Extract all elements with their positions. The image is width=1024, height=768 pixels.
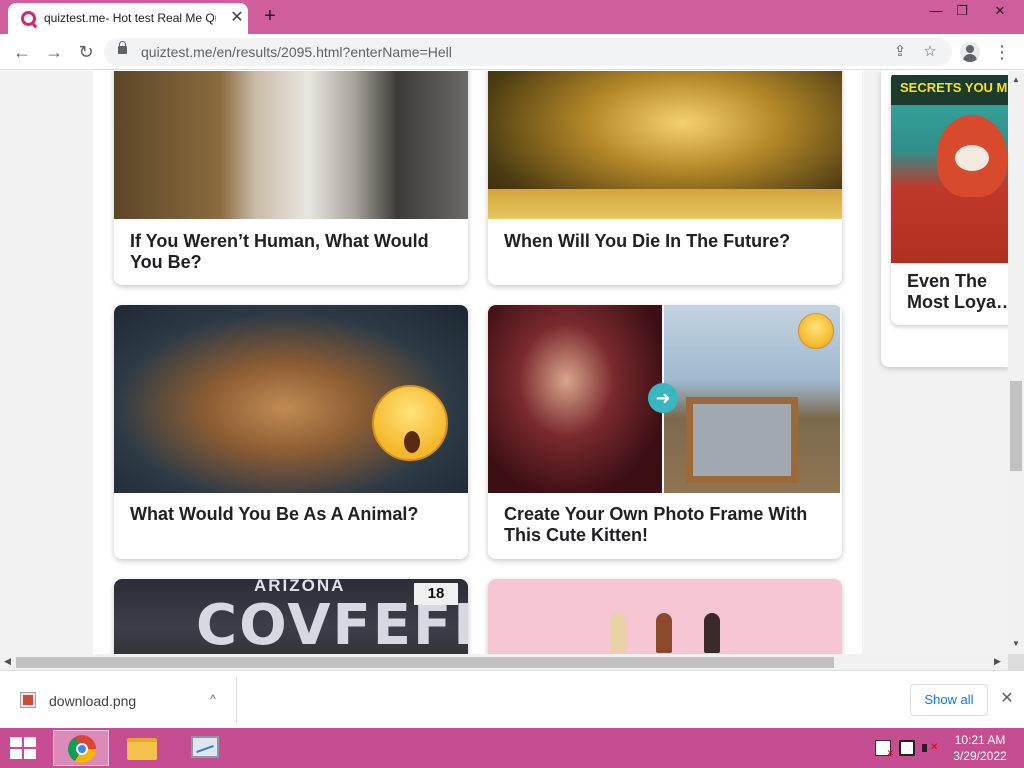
quiz-card-image[interactable] [114,71,468,219]
sidebar-title-line1: Even The [907,271,988,291]
sidebar-image-headline: SECRETS YOU MISS [900,80,1008,95]
lock-icon[interactable] [118,41,127,54]
network-icon[interactable] [899,740,915,756]
quiz-card-image[interactable] [488,71,842,219]
reload-button[interactable]: ↻ [74,40,98,64]
address-bar[interactable]: quiztest.me/en/results/2095.html?enterNa… [104,38,952,66]
scroll-down-icon[interactable]: ▼ [1012,639,1020,648]
star-icon[interactable]: ☆ [920,42,940,62]
sidebar-quiz-card[interactable]: SECRETS YOU MISS Even The Most Loya… [891,71,1008,325]
arrow-right-icon: ➜ [648,383,678,413]
quiz-card[interactable]: ➜ Create Your Own Photo Frame With This … [488,305,842,559]
sidebar-panel: SECRETS YOU MISS Even The Most Loya… [881,71,1008,367]
plate-number: 18 [414,583,458,605]
quiz-card[interactable]: When Will You Die In The Future? [488,71,842,285]
url-text[interactable]: quiztest.me/en/results/2095.html?enterNa… [141,44,452,60]
quiz-card-title[interactable]: Create Your Own Photo Frame With This Cu… [504,504,824,546]
chrome-icon [68,735,96,763]
taskbar-explorer[interactable] [113,730,169,766]
download-bar: download.png ^ Show all ✕ [0,670,1024,728]
profile-icon[interactable] [960,42,980,62]
heart-eyes-emoji-icon [798,313,834,349]
photo-frame-icon [686,397,798,483]
quiz-card[interactable]: If You Weren’t Human, What Would You Be? [114,71,468,285]
new-tab-button[interactable]: + [259,5,281,27]
download-filename[interactable]: download.png [49,693,136,709]
scroll-right-icon[interactable]: ▶ [994,656,1001,667]
forward-button[interactable]: → [42,40,66,64]
scrollbar-corner [1008,654,1024,670]
taskbar: 10:21 AM 3/29/2022 [0,728,1024,768]
quiz-card-image[interactable] [114,305,468,493]
quiz-card-title[interactable]: What Would You Be As A Animal? [130,504,450,525]
scroll-left-icon[interactable]: ◀ [4,656,11,667]
figure-icon [704,613,720,653]
quiz-card[interactable]: What Would You Be As A Animal? [114,305,468,559]
action-center-flag-icon[interactable] [875,740,894,759]
tab-close-button[interactable]: ✕ [228,9,246,27]
taskbar-chrome[interactable] [53,730,109,766]
title-bar: quiztest.me- Hot test Real Me Qu ✕ + — ❐… [0,0,1024,34]
figure-icon [610,613,626,653]
close-window-button[interactable]: ✕ [984,0,1016,22]
divider [236,677,237,723]
task-manager-icon [191,736,219,758]
quiz-list: If You Weren’t Human, What Would You Be?… [93,71,862,654]
vertical-scroll-thumb[interactable] [1010,381,1022,471]
image-file-icon[interactable] [20,692,36,708]
clock-time: 10:21 AM [954,733,1006,747]
folder-icon [127,738,157,760]
quiz-card[interactable] [488,579,842,654]
browser-toolbar: ← → ↻ quiztest.me/en/results/2095.html?e… [0,34,1024,70]
horizontal-scroll-thumb[interactable] [16,657,834,668]
quiz-card-image[interactable] [488,579,842,654]
volume-muted-icon[interactable] [922,740,938,756]
quiz-card-image[interactable]: ➜ [488,305,842,493]
show-all-button[interactable]: Show all [910,684,988,716]
vertical-scrollbar[interactable]: ▲ ▼ [1008,71,1024,654]
system-clock[interactable]: 10:21 AM 3/29/2022 [944,732,1016,764]
quiz-card-image[interactable]: ARIZONA COVFEFE 18 [114,579,468,654]
image-detail [488,305,662,493]
clock-date: 3/29/2022 [953,749,1007,763]
close-download-bar-button[interactable]: ✕ [998,689,1016,709]
sidebar-quiz-title[interactable]: Even The Most Loya… [907,271,1008,313]
horizontal-scrollbar[interactable]: ◀ ▶ [0,654,1008,670]
shocked-emoji-icon [372,385,448,461]
sidebar-title-line2: Most Loya… [907,292,1008,312]
sidebar-quiz-image[interactable]: SECRETS YOU MISS [891,75,1008,263]
chevron-up-icon[interactable]: ^ [205,691,221,707]
quiz-card[interactable]: ARIZONA COVFEFE 18 [114,579,468,654]
scroll-up-icon[interactable]: ▲ [1012,75,1020,84]
image-detail [488,189,842,219]
figure-icon [656,613,672,653]
tab-title: quiztest.me- Hot test Real Me Qu [44,11,216,25]
taskbar-monitor[interactable] [175,730,231,766]
quiz-card-title[interactable]: When Will You Die In The Future? [504,231,824,252]
windows-start-icon[interactable] [10,737,38,761]
quiztest-favicon-icon [21,11,36,26]
menu-icon[interactable]: ⋮ [992,40,1012,64]
restore-button[interactable]: ❐ [946,0,978,22]
share-icon[interactable]: ⇪ [890,42,910,62]
quiz-card-title[interactable]: If You Weren’t Human, What Would You Be? [130,231,450,273]
page-viewport: If You Weren’t Human, What Would You Be?… [0,71,1008,654]
red-panda-icon [937,115,1007,197]
back-button[interactable]: ← [10,40,34,64]
browser-tab[interactable]: quiztest.me- Hot test Real Me Qu ✕ [8,3,248,34]
